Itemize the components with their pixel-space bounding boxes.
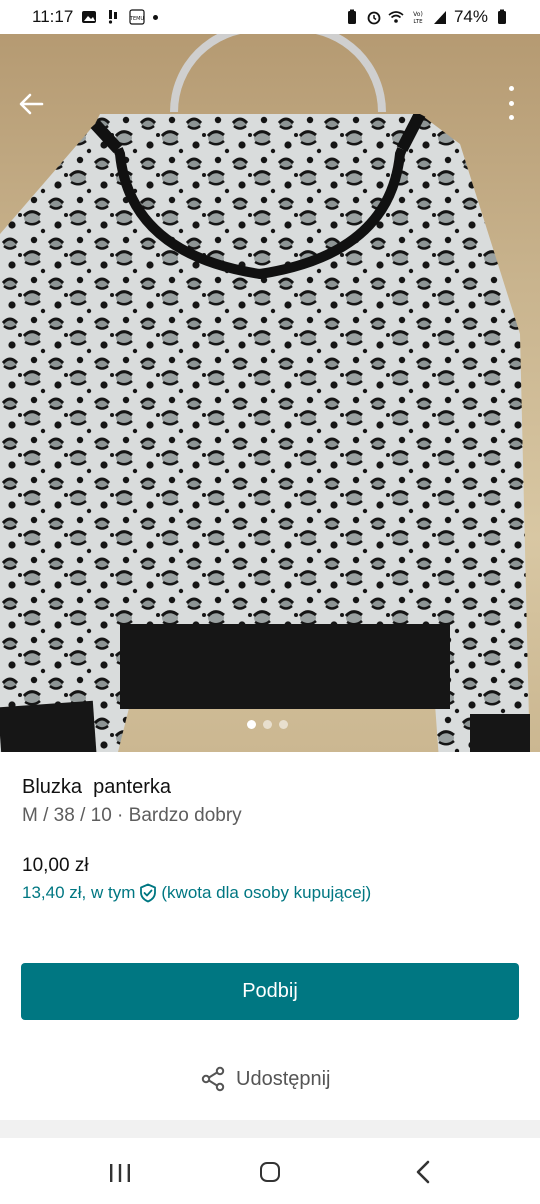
back-arrow-icon[interactable] bbox=[16, 89, 46, 119]
battery-icon bbox=[498, 9, 506, 24]
wifi-icon bbox=[388, 11, 404, 23]
pager-dot bbox=[263, 720, 272, 729]
shield-check-icon bbox=[140, 883, 157, 903]
alarm-icon bbox=[367, 11, 381, 25]
status-bar-right: Vo) LTE 74% bbox=[344, 7, 510, 27]
gallery-icon bbox=[82, 11, 97, 23]
svg-text:TEMU: TEMU bbox=[129, 16, 144, 22]
section-divider bbox=[0, 1120, 540, 1138]
signal-icon bbox=[433, 11, 446, 24]
buyer-price-note: (kwota dla osoby kupującej) bbox=[161, 883, 372, 902]
product-photo-carousel[interactable] bbox=[0, 34, 540, 752]
carousel-pager bbox=[247, 720, 288, 729]
home-icon[interactable] bbox=[260, 1162, 280, 1182]
buyer-price-text: 13,40 zł, w tym bbox=[22, 883, 136, 902]
item-title: Bluzka panterka bbox=[22, 776, 171, 798]
share-label: Udostępnij bbox=[236, 1067, 331, 1090]
svg-text:Vo): Vo) bbox=[413, 11, 423, 18]
svg-text:LTE: LTE bbox=[413, 19, 423, 25]
battery-percent: 74% bbox=[453, 7, 488, 26]
hanger bbox=[170, 34, 386, 112]
buyer-protection-price[interactable]: 13,40 zł, w tym (kwota dla osoby kupując… bbox=[22, 883, 371, 903]
status-bar: 11:17 TEMU Vo) LTE 74% bbox=[0, 0, 540, 34]
more-notifications-dot bbox=[153, 14, 159, 20]
pager-dot-active bbox=[247, 720, 256, 729]
volte-icon: Vo)LTE bbox=[413, 11, 423, 25]
back-icon[interactable] bbox=[414, 1160, 432, 1184]
battery-saver-icon bbox=[347, 9, 356, 24]
item-details: M / 38 / 10 · Bardzo dobry bbox=[22, 805, 242, 826]
status-bar-left: 11:17 TEMU bbox=[32, 7, 159, 27]
status-time: 11:17 bbox=[32, 7, 74, 26]
share-button[interactable]: Udostępnij bbox=[200, 1066, 331, 1092]
recent-apps-icon[interactable] bbox=[108, 1163, 132, 1183]
more-options-icon[interactable] bbox=[506, 86, 516, 120]
item-price: 10,00 zł bbox=[22, 855, 89, 876]
share-icon bbox=[201, 1066, 225, 1092]
bump-button[interactable]: Podbij bbox=[21, 963, 519, 1020]
temu-icon: TEMU bbox=[129, 9, 145, 25]
pager-dot bbox=[279, 720, 288, 729]
system-navigation-bar bbox=[0, 1138, 540, 1204]
notification-icon bbox=[109, 10, 118, 24]
product-photo bbox=[0, 114, 530, 752]
